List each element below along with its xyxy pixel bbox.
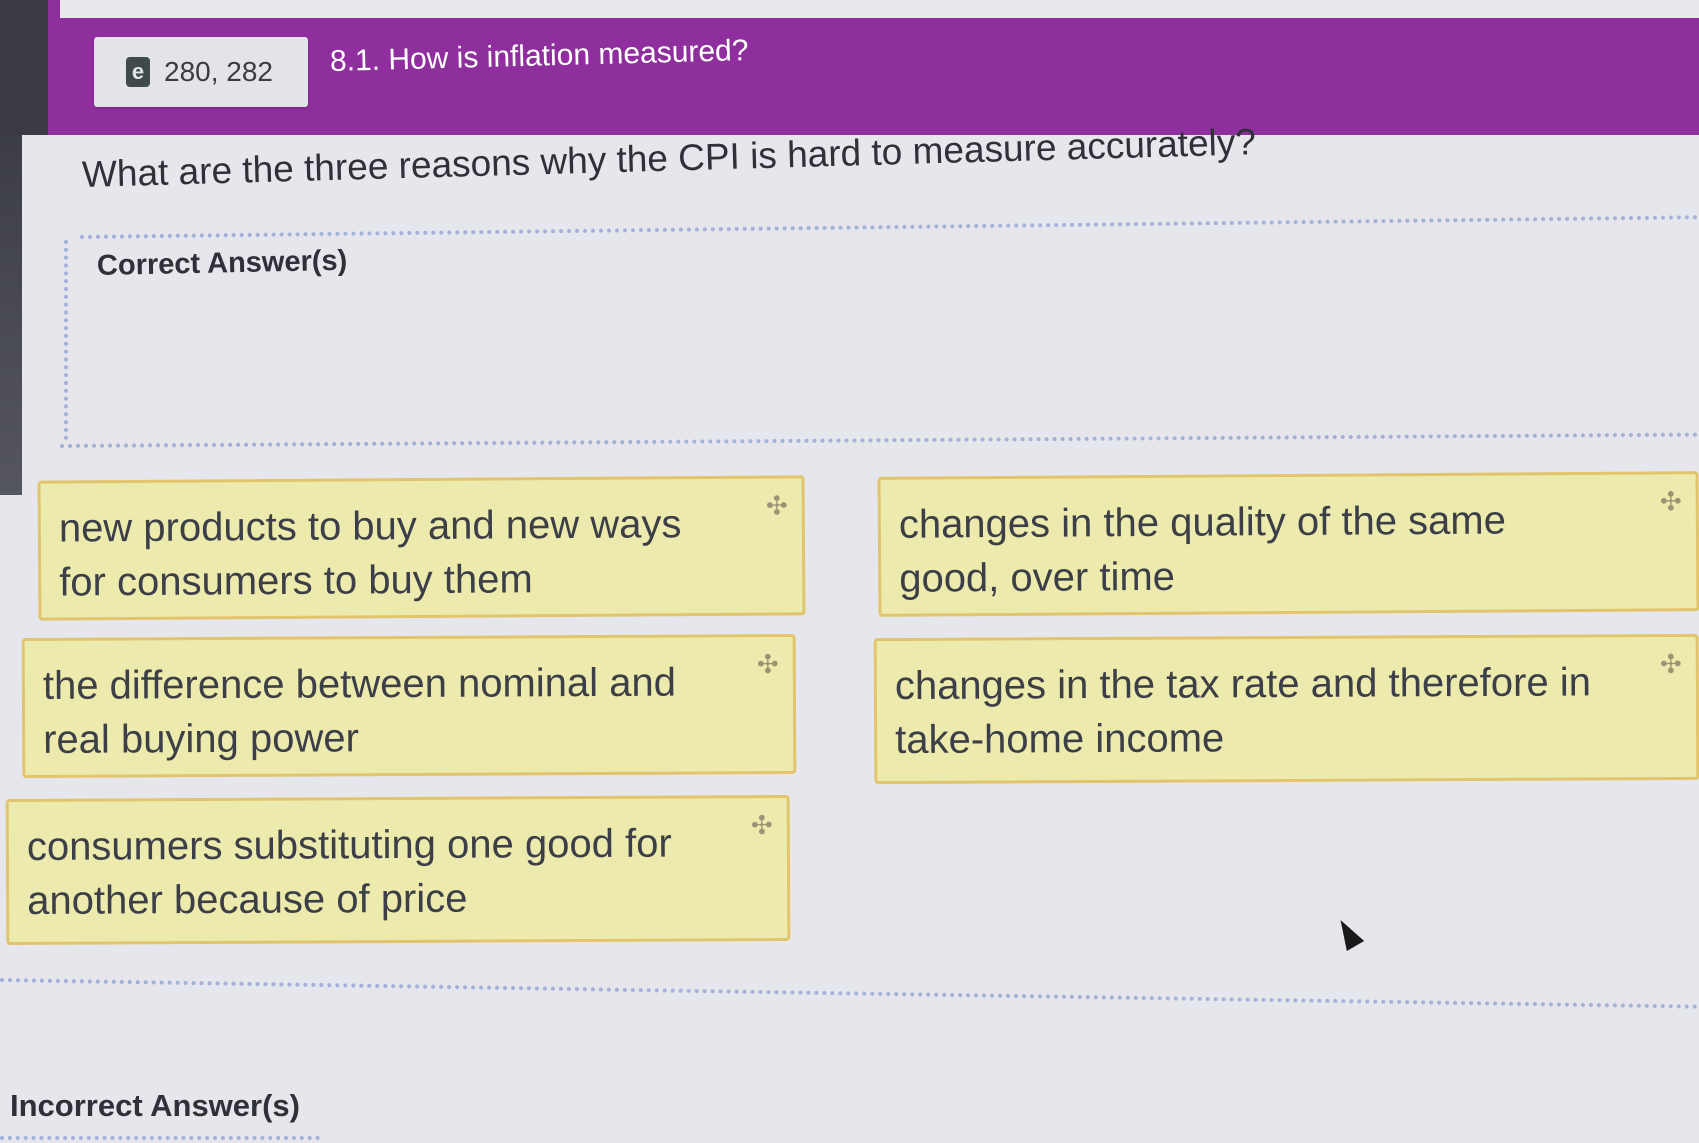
drag-handle-icon[interactable]: ✣ (751, 810, 773, 840)
answer-card[interactable]: the difference between nominal and real … (21, 633, 797, 779)
ebook-icon: e (126, 57, 150, 87)
screen-bezel (0, 0, 48, 135)
answer-card[interactable]: new products to buy and new ways for con… (37, 475, 806, 621)
drop-zone-border (79, 215, 1699, 239)
screen: e 280, 282 8.1. How is inflation measure… (0, 0, 1699, 1143)
screen-bezel-left (0, 135, 22, 495)
header-top-strip (60, 0, 1699, 18)
incorrect-answers-label: Incorrect Answer(s) (10, 1088, 300, 1123)
answer-card-text: the difference between nominal and real … (42, 660, 677, 762)
mouse-pointer-icon (1331, 915, 1365, 951)
answer-card-text: changes in the tax rate and therefore in… (894, 660, 1591, 763)
answer-card[interactable]: changes in the quality of the same good,… (877, 471, 1699, 617)
answer-card[interactable]: consumers substituting one good for anot… (5, 794, 791, 946)
drop-zone-border (0, 1136, 320, 1140)
correct-answers-label: Correct Answer(s) (96, 244, 348, 282)
drag-handle-icon[interactable]: ✣ (1660, 486, 1682, 516)
answer-card-text: consumers substituting one good for anot… (26, 821, 672, 923)
drag-handle-icon[interactable]: ✣ (1660, 649, 1682, 679)
answer-card-text: changes in the quality of the same good,… (898, 498, 1507, 601)
drag-handle-icon[interactable]: ✣ (766, 490, 788, 520)
answer-card-text: new products to buy and new ways for con… (58, 502, 682, 605)
drop-zone-border (59, 432, 1699, 448)
drop-zone-border (64, 240, 68, 440)
answer-card[interactable]: changes in the tax rate and therefore in… (873, 633, 1699, 785)
page-numbers: 280, 282 (164, 56, 273, 87)
ebook-page-reference-button[interactable]: e 280, 282 (94, 37, 308, 107)
drop-zone-border (0, 978, 1699, 1009)
drag-handle-icon[interactable]: ✣ (757, 649, 779, 679)
